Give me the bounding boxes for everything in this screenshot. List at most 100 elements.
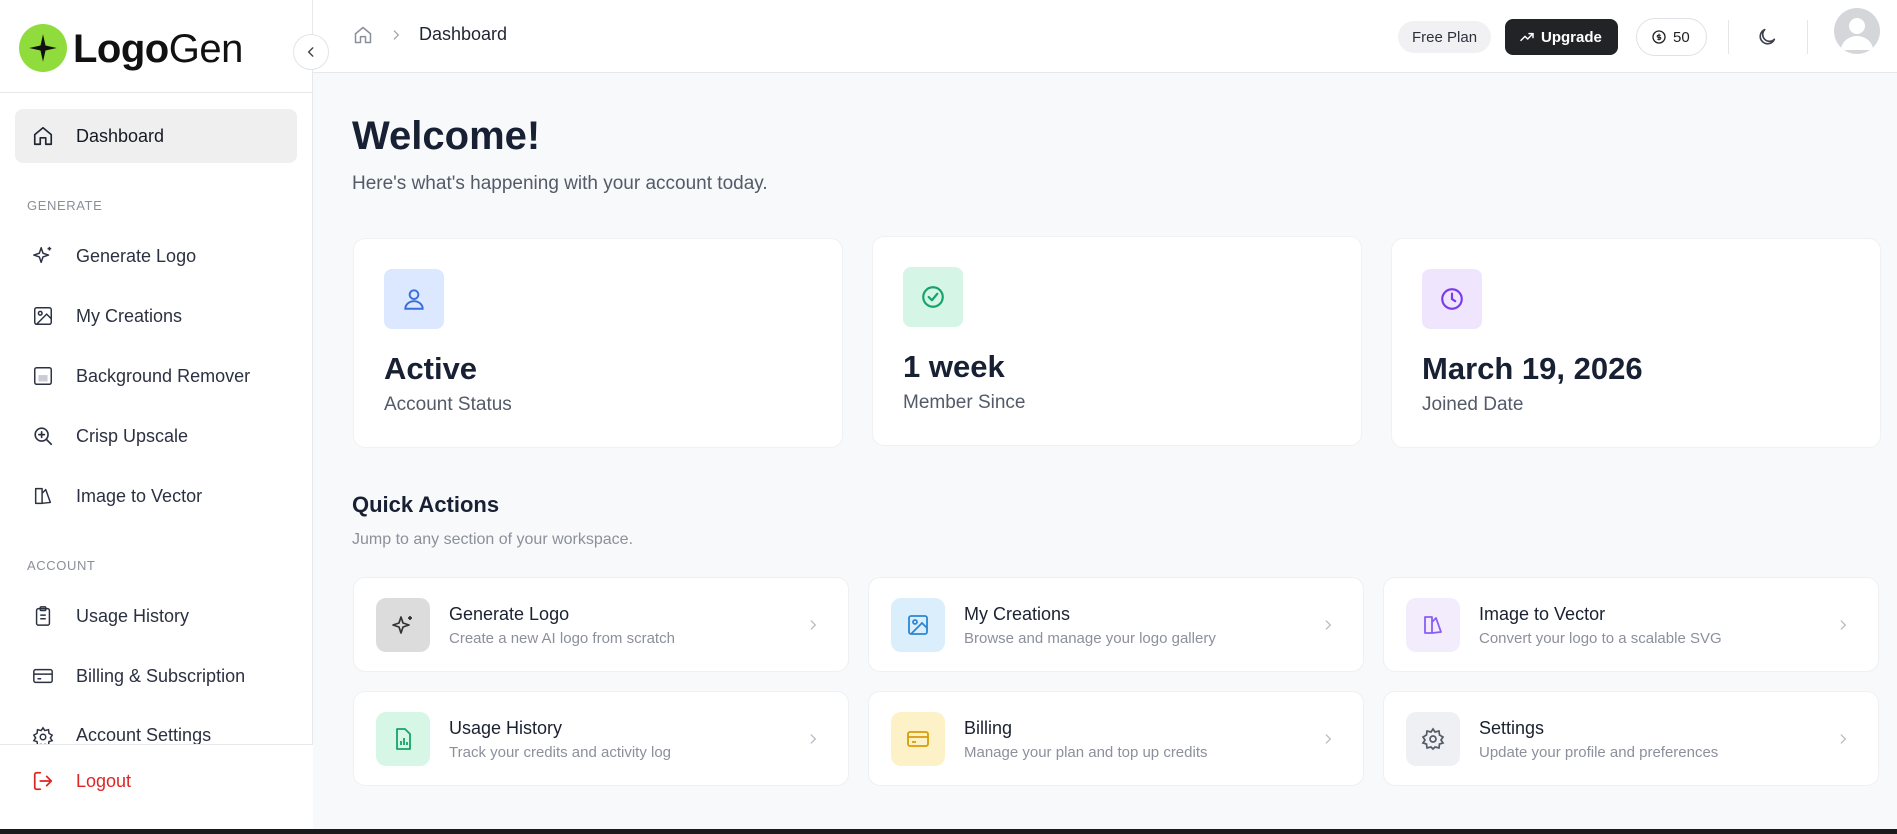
quick-action-desc: Manage your plan and top up credits xyxy=(964,744,1208,761)
chevron-right-icon xyxy=(1834,616,1852,634)
sidebar-item-image-to-vector[interactable]: Image to Vector xyxy=(15,469,297,523)
quick-action-my-creations[interactable]: My Creations Browse and manage your logo… xyxy=(868,577,1364,672)
quick-action-generate-logo[interactable]: Generate Logo Create a new AI logo from … xyxy=(353,577,849,672)
vector-icon xyxy=(1406,598,1460,652)
moon-icon xyxy=(1756,26,1778,48)
logout-icon xyxy=(31,769,55,793)
chevron-right-icon xyxy=(1834,730,1852,748)
page-subtitle: Here's what's happening with your accoun… xyxy=(352,173,768,194)
credits-count: 50 xyxy=(1673,28,1690,46)
quick-action-billing[interactable]: Billing Manage your plan and top up cred… xyxy=(868,691,1364,786)
chevron-right-icon xyxy=(1319,730,1337,748)
home-icon xyxy=(31,124,55,148)
sidebar-item-background-remover[interactable]: Background Remover xyxy=(15,349,297,403)
quick-action-desc: Browse and manage your logo gallery xyxy=(964,630,1216,647)
sidebar-item-dashboard[interactable]: Dashboard xyxy=(15,109,297,163)
chevron-right-icon xyxy=(389,28,403,42)
stat-label: Member Since xyxy=(903,392,1026,413)
sidebar-item-label: Billing & Subscription xyxy=(76,665,246,686)
section-label-account: ACCOUNT xyxy=(27,558,96,573)
clock-icon xyxy=(1422,269,1482,329)
chevron-right-icon xyxy=(804,616,822,634)
quick-action-name: Image to Vector xyxy=(1479,604,1606,624)
stat-label: Joined Date xyxy=(1422,394,1524,415)
sidebar-item-label: My Creations xyxy=(76,305,183,326)
divider xyxy=(1807,20,1808,54)
stat-value: 1 week xyxy=(903,349,1005,384)
sidebar-footer: Logout xyxy=(0,744,313,829)
sidebar-item-label: Dashboard xyxy=(76,125,165,146)
background-remover-icon xyxy=(31,364,55,388)
collapse-sidebar-button[interactable] xyxy=(293,34,329,70)
upgrade-label: Upgrade xyxy=(1541,28,1602,46)
section-label-generate: GENERATE xyxy=(27,198,103,213)
stat-card-joined-date: March 19, 2026 Joined Date xyxy=(1391,238,1881,448)
chart-file-icon xyxy=(376,712,430,766)
quick-actions-title: Quick Actions xyxy=(352,492,500,517)
logout-label: Logout xyxy=(76,770,132,791)
breadcrumb: Dashboard xyxy=(353,24,507,45)
sidebar-item-generate-logo[interactable]: Generate Logo xyxy=(15,229,297,283)
sidebar-item-account-settings[interactable]: Account Settings xyxy=(15,709,297,745)
user-icon xyxy=(384,269,444,329)
quick-action-name: Usage History xyxy=(449,718,563,738)
sidebar-item-label: Background Remover xyxy=(76,365,251,386)
quick-action-image-to-vector[interactable]: Image to Vector Convert your logo to a s… xyxy=(1383,577,1879,672)
trending-up-icon xyxy=(1519,29,1541,45)
stat-label: Account Status xyxy=(384,394,512,415)
quick-action-name: My Creations xyxy=(964,604,1071,624)
sidebar-item-label: Image to Vector xyxy=(76,485,203,506)
sidebar-item-label: Usage History xyxy=(76,605,190,626)
quick-action-desc: Convert your logo to a scalable SVG xyxy=(1479,630,1722,647)
stat-card-account-status: Active Account Status xyxy=(353,238,843,448)
divider xyxy=(1728,20,1729,54)
sparkles-icon xyxy=(31,244,55,268)
chevron-left-icon xyxy=(304,45,318,59)
sidebar-item-label: Generate Logo xyxy=(76,245,197,266)
quick-action-name: Generate Logo xyxy=(449,604,570,624)
credit-card-icon xyxy=(891,712,945,766)
gear-icon xyxy=(31,725,55,745)
vector-icon xyxy=(31,484,55,508)
logo-icon xyxy=(19,24,67,72)
clipboard-icon xyxy=(31,604,55,628)
quick-action-desc: Create a new AI logo from scratch xyxy=(449,630,675,647)
sidebar-item-label: Crisp Upscale xyxy=(76,425,189,446)
chevron-right-icon xyxy=(804,730,822,748)
quick-action-name: Billing xyxy=(964,718,1013,738)
quick-action-usage-history[interactable]: Usage History Track your credits and act… xyxy=(353,691,849,786)
credits-badge[interactable]: 50 xyxy=(1636,18,1707,56)
top-bar: Dashboard Free Plan Upgrade 50 xyxy=(313,0,1897,73)
check-circle-icon xyxy=(903,267,963,327)
quick-action-name: Settings xyxy=(1479,718,1545,738)
sidebar-item-my-creations[interactable]: My Creations xyxy=(15,289,297,343)
quick-actions-subtitle: Jump to any section of your workspace. xyxy=(352,531,634,548)
sidebar-item-crisp-upscale[interactable]: Crisp Upscale xyxy=(15,409,297,463)
brand-header: LogoGen xyxy=(0,0,313,93)
coin-icon xyxy=(1651,29,1673,45)
chevron-right-icon xyxy=(1319,616,1337,634)
home-icon[interactable] xyxy=(353,25,373,45)
upgrade-button[interactable]: Upgrade xyxy=(1505,19,1618,55)
stat-card-member-since: 1 week Member Since xyxy=(872,236,1362,446)
quick-action-settings[interactable]: Settings Update your profile and prefere… xyxy=(1383,691,1879,786)
sidebar-item-label: Account Settings xyxy=(76,725,212,745)
avatar[interactable] xyxy=(1834,8,1880,54)
quick-action-desc: Track your credits and activity log xyxy=(449,744,672,761)
dark-mode-toggle[interactable] xyxy=(1754,24,1780,50)
logout-button[interactable]: Logout xyxy=(15,759,297,803)
stat-value: Active xyxy=(384,351,478,386)
logo-text[interactable]: LogoGen xyxy=(73,26,243,72)
quick-action-desc: Update your profile and preferences xyxy=(1479,744,1719,761)
stat-value: March 19, 2026 xyxy=(1422,351,1643,386)
zoom-in-icon xyxy=(31,424,55,448)
sidebar-item-usage-history[interactable]: Usage History xyxy=(15,589,297,643)
page-title: Welcome! xyxy=(352,114,541,158)
credit-card-icon xyxy=(31,664,55,688)
sidebar: LogoGen Dashboard GENERATE Generate Logo… xyxy=(0,0,313,829)
sidebar-item-billing[interactable]: Billing & Subscription xyxy=(15,649,297,703)
image-icon xyxy=(891,598,945,652)
image-icon xyxy=(31,304,55,328)
window-bottom-edge xyxy=(0,829,1897,834)
sparkles-icon xyxy=(376,598,430,652)
